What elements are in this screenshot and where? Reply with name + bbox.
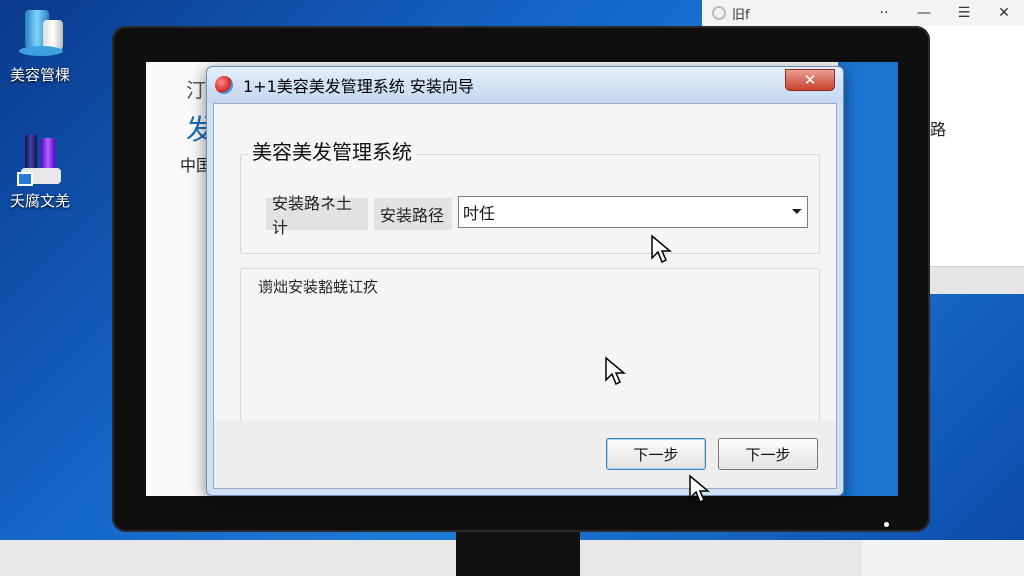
browser-logo-icon (712, 6, 726, 20)
second-next-button[interactable]: 下一步 (718, 438, 818, 470)
desktop-icon-label: 夭腐文羌 (9, 192, 70, 210)
desktop-icon-label: 美容管棵 (9, 66, 70, 84)
browser-tab-title[interactable]: 旧f (732, 4, 750, 23)
close-button[interactable]: ✕ (785, 69, 835, 91)
power-led (884, 522, 889, 527)
dialog-title: 1+1美容美发管理系统 安装向导 (243, 77, 474, 96)
desk-surface (0, 540, 862, 576)
chevron-down-icon[interactable]: ⏷ (787, 204, 807, 220)
desktop-icon-cosmetics[interactable]: 夭腐文羌 (0, 132, 80, 211)
app-icon (215, 76, 233, 94)
minimize-icon[interactable]: — (904, 5, 944, 21)
cosmetics-icon (13, 132, 67, 186)
description-text: 谫炪安装豁蜣讧疚 (258, 278, 379, 296)
install-path-label-b: 安装路径 (374, 198, 452, 230)
install-path-label-a: 安装路ネ土计 (266, 194, 368, 237)
browser-titlebar: 旧f ·· — ☰ ✕ (702, 0, 1024, 26)
combo-value: 吋任 (463, 204, 496, 223)
browser-scroll-area (930, 266, 1024, 294)
beauty-products-icon (13, 6, 67, 60)
screen-heading: 汀 (186, 78, 206, 102)
mouse-cursor-icon (604, 356, 627, 386)
close-icon[interactable]: ✕ (984, 5, 1024, 21)
next-button[interactable]: 下一步 (606, 438, 706, 470)
desktop-icon-beauty[interactable]: 美容管棵 (0, 6, 80, 85)
mouse-cursor-icon (688, 474, 711, 504)
dialog-titlebar[interactable]: 1+1美容美发管理系统 安装向导 (207, 67, 843, 103)
bottom-right-panel (862, 540, 1024, 576)
installer-dialog: 1+1美容美发管理系统 安装向导 ✕ 美容美发管理系统 安装路ネ土计 安装路径 … (206, 66, 844, 496)
section-title: 美容美发管理系统 (248, 136, 416, 165)
screen-side-strip (838, 62, 898, 496)
browser-side-text: 路 (930, 120, 947, 139)
dialog-body: 美容美发管理系统 安装路ネ土计 安装路径 吋任 ⏷ 谫炪安装豁蜣讧疚 下一步 下… (213, 103, 837, 489)
install-path-combo[interactable]: 吋任 ⏷ (458, 196, 808, 228)
mouse-cursor-icon (650, 234, 673, 264)
monitor-stand (456, 532, 580, 576)
menu-icon[interactable]: ☰ (944, 5, 984, 21)
more-icon[interactable]: ·· (864, 5, 904, 21)
